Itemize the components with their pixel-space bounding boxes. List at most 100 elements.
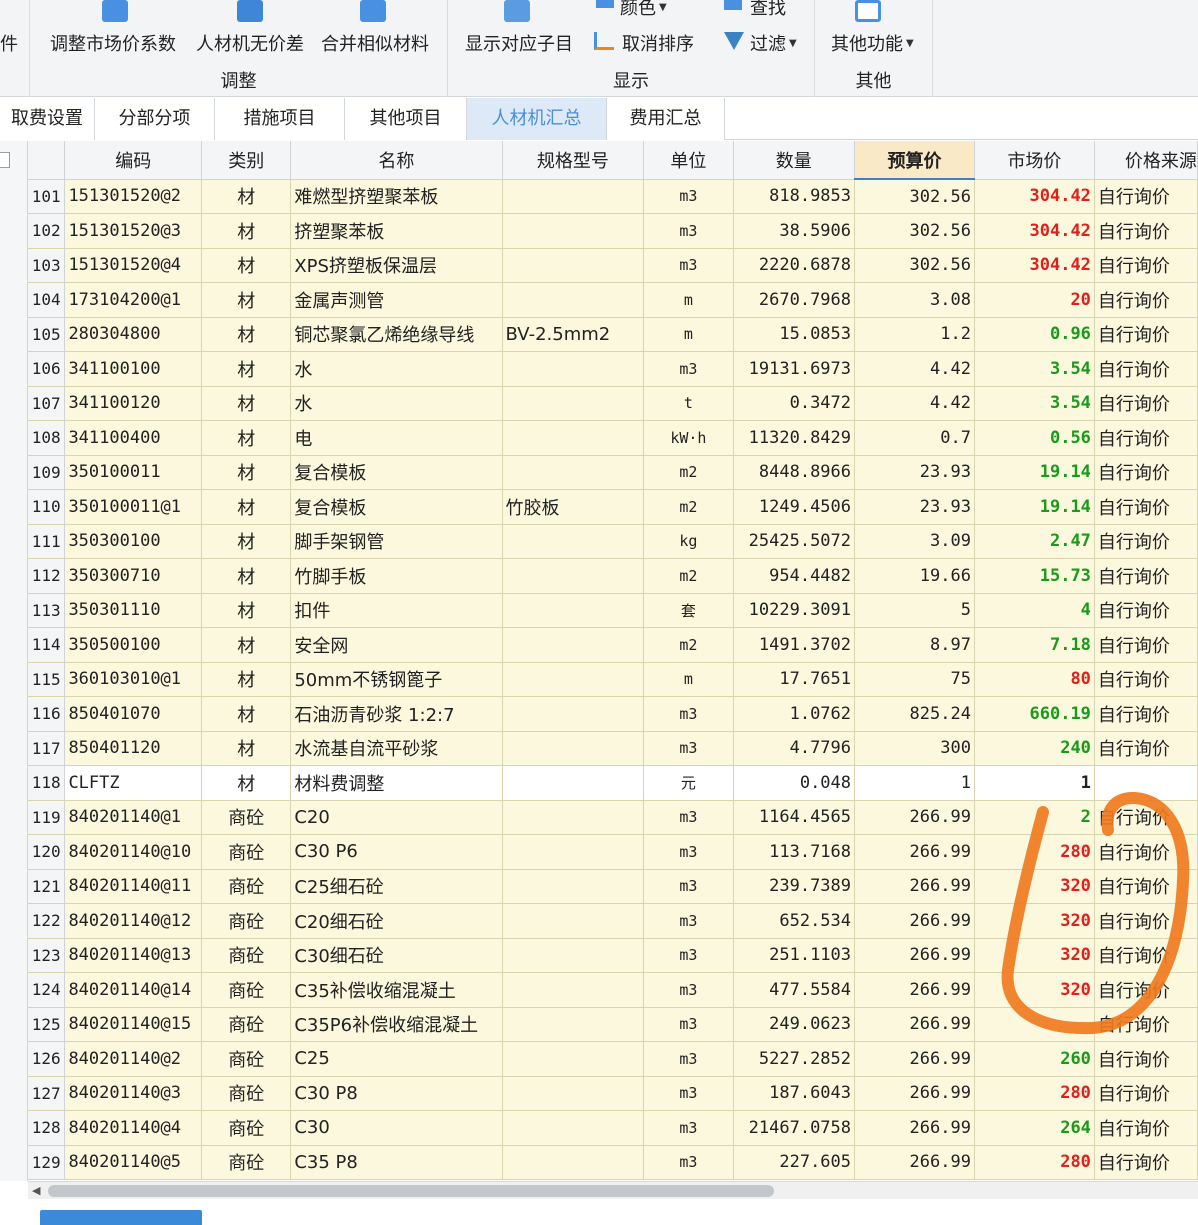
cell-category[interactable]: 材 xyxy=(201,455,292,490)
cell-unit[interactable]: kg xyxy=(643,524,734,559)
cell-quantity[interactable]: 4.7796 xyxy=(733,731,856,766)
cell-name[interactable]: C30 P6 xyxy=(290,834,503,870)
cell-spec[interactable] xyxy=(502,248,645,283)
cell-category[interactable]: 材 xyxy=(201,420,292,456)
cell-unit[interactable]: m3 xyxy=(643,1007,734,1042)
cell-market-price[interactable]: 7.18 xyxy=(974,627,1095,663)
cell-category[interactable]: 材 xyxy=(201,662,292,697)
cell-index[interactable]: 117 xyxy=(28,731,66,766)
cell-index[interactable]: 126 xyxy=(28,1041,66,1077)
cell-code[interactable]: 840201140@10 xyxy=(64,834,203,870)
cell-price-source[interactable]: 自行询价 xyxy=(1094,696,1198,732)
cell-code[interactable]: CLFTZ xyxy=(64,765,203,801)
table-row[interactable]: 101 151301520@2 材难燃型挤塑聚苯板 m3 818.9853 302.56 3… xyxy=(28,179,1198,214)
cell-budget-price[interactable]: 4.42 xyxy=(854,386,975,421)
cell-spec[interactable] xyxy=(502,558,645,594)
cell-market-price[interactable]: 304.42 xyxy=(974,213,1095,249)
tab-fee-summary[interactable]: 费用汇总 xyxy=(607,98,725,140)
cell-unit[interactable]: m xyxy=(643,317,734,352)
table-row[interactable]: 115 360103010@1 材 50mm不锈钢篦子 m 17.7651 75 80 自行询价 xyxy=(28,662,1198,697)
cell-category[interactable]: 材 xyxy=(201,593,292,628)
cell-category[interactable]: 材 xyxy=(201,731,292,766)
cell-price-source[interactable]: 自行询价 xyxy=(1094,179,1198,214)
cell-market-price[interactable]: 2 xyxy=(974,800,1095,835)
cell-price-source[interactable]: 自行询价 xyxy=(1094,524,1198,559)
cell-budget-price[interactable]: 23.93 xyxy=(854,455,975,490)
cell-budget-price[interactable]: 266.99 xyxy=(854,1110,975,1146)
table-row[interactable]: 122 840201140@12 商砼 C20细石砼 m3 652.534 266.99 32… xyxy=(28,903,1198,939)
cell-code[interactable]: 341100400 xyxy=(64,420,203,456)
cell-index[interactable]: 124 xyxy=(28,972,66,1008)
cell-index[interactable]: 121 xyxy=(28,869,66,904)
cell-index[interactable]: 107 xyxy=(28,386,66,421)
cell-index[interactable]: 120 xyxy=(28,834,66,870)
cell-name[interactable]: 铜芯聚氯乙烯绝缘导线 xyxy=(290,317,503,352)
cell-quantity[interactable]: 15.0853 xyxy=(733,317,856,352)
cell-code[interactable]: 280304800 xyxy=(64,317,203,352)
col-header-spec[interactable]: 规格型号 xyxy=(502,141,645,180)
cell-name[interactable]: 石油沥青砂浆 1:2:7 xyxy=(290,696,503,732)
cell-spec[interactable] xyxy=(502,972,645,1008)
cell-name[interactable]: C30细石砼 xyxy=(290,938,503,973)
cell-index[interactable]: 129 xyxy=(28,1145,66,1180)
cell-quantity[interactable]: 187.6043 xyxy=(733,1076,856,1111)
cell-category[interactable]: 商砼 xyxy=(201,938,292,973)
show-subitems-button[interactable]: 显示对应子目 xyxy=(465,30,573,56)
cell-price-source[interactable]: 自行询价 xyxy=(1094,1041,1198,1077)
cell-spec[interactable] xyxy=(502,386,645,421)
cell-quantity[interactable]: 0.048 xyxy=(733,765,856,801)
cell-unit[interactable]: m3 xyxy=(643,938,734,973)
cell-unit[interactable]: m3 xyxy=(643,834,734,870)
table-row[interactable]: 114 350500100 材安全网 m2 1491.3702 8.97 7.18 自行询价 xyxy=(28,627,1198,663)
cell-price-source[interactable]: 自行询价 xyxy=(1094,834,1198,870)
cell-code[interactable]: 350300100 xyxy=(64,524,203,559)
cell-market-price[interactable]: 0.56 xyxy=(974,420,1095,456)
tab-other-items[interactable]: 其他项目 xyxy=(345,98,467,140)
cell-spec[interactable] xyxy=(502,213,645,249)
cell-code[interactable]: 840201140@1 xyxy=(64,800,203,835)
cell-index[interactable]: 118 xyxy=(28,765,66,801)
cell-spec[interactable] xyxy=(502,455,645,490)
cell-code[interactable]: 840201140@5 xyxy=(64,1145,203,1180)
cell-spec[interactable] xyxy=(502,627,645,663)
cell-code[interactable]: 350301110 xyxy=(64,593,203,628)
cell-budget-price[interactable]: 8.97 xyxy=(854,627,975,663)
table-row[interactable]: 106 341100100 材水 m3 19131.6973 4.42 3.54 自行询价 xyxy=(28,351,1198,387)
cell-market-price[interactable]: 264 xyxy=(974,1110,1095,1146)
cell-name[interactable]: XPS挤塑板保温层 xyxy=(290,248,503,283)
cell-budget-price[interactable]: 75 xyxy=(854,662,975,697)
cell-price-source[interactable]: 自行询价 xyxy=(1094,1076,1198,1111)
cell-code[interactable]: 350100011@1 xyxy=(64,489,203,525)
cell-price-source[interactable]: 自行询价 xyxy=(1094,317,1198,352)
cell-price-source[interactable]: 自行询价 xyxy=(1094,1007,1198,1042)
cell-code[interactable]: 840201140@4 xyxy=(64,1110,203,1146)
cell-budget-price[interactable]: 302.56 xyxy=(854,248,975,283)
cell-name[interactable]: 挤塑聚苯板 xyxy=(290,213,503,249)
table-row[interactable]: 128 840201140@4 商砼 C30 m3 21467.0758 266.99 264… xyxy=(28,1110,1198,1146)
cell-budget-price[interactable]: 5 xyxy=(854,593,975,628)
cell-spec[interactable] xyxy=(502,938,645,973)
cell-market-price[interactable]: 260 xyxy=(974,1041,1095,1077)
cell-code[interactable]: 151301520@4 xyxy=(64,248,203,283)
cell-unit[interactable]: m3 xyxy=(643,248,734,283)
cell-quantity[interactable]: 10229.3091 xyxy=(733,593,856,628)
cell-category[interactable]: 材 xyxy=(201,558,292,594)
cell-code[interactable]: 850401070 xyxy=(64,696,203,732)
cell-budget-price[interactable]: 266.99 xyxy=(854,972,975,1008)
cell-category[interactable]: 材 xyxy=(201,317,292,352)
cell-spec[interactable]: BV-2.5mm2 xyxy=(502,317,645,352)
table-row[interactable]: 121 840201140@11 商砼 C25细石砼 m3 239.7389 266.99 3… xyxy=(28,869,1198,904)
cell-price-source[interactable]: 自行询价 xyxy=(1094,1110,1198,1146)
table-row[interactable]: 129 840201140@5 商砼 C35 P8 m3 227.605 266.99 280… xyxy=(28,1145,1198,1180)
cell-quantity[interactable]: 0.3472 xyxy=(733,386,856,421)
cell-quantity[interactable]: 652.534 xyxy=(733,903,856,939)
table-row[interactable]: 111 350300100 材脚手架钢管 kg 25425.5072 3.09 2.47 自行… xyxy=(28,524,1198,559)
cell-category[interactable]: 材 xyxy=(201,179,292,214)
cell-name[interactable]: 复合模板 xyxy=(290,455,503,490)
cell-spec[interactable]: 竹胶板 xyxy=(502,489,645,525)
col-header-market-price[interactable]: 市场价 xyxy=(974,141,1095,180)
other-functions-button[interactable]: 其他功能 ▼ xyxy=(831,30,914,56)
table-row[interactable]: 113 350301110 材扣件 套 10229.3091 5 4 自行询价 xyxy=(28,593,1198,628)
cell-name[interactable]: C20 xyxy=(290,800,503,835)
cell-market-price[interactable]: 280 xyxy=(974,834,1095,870)
